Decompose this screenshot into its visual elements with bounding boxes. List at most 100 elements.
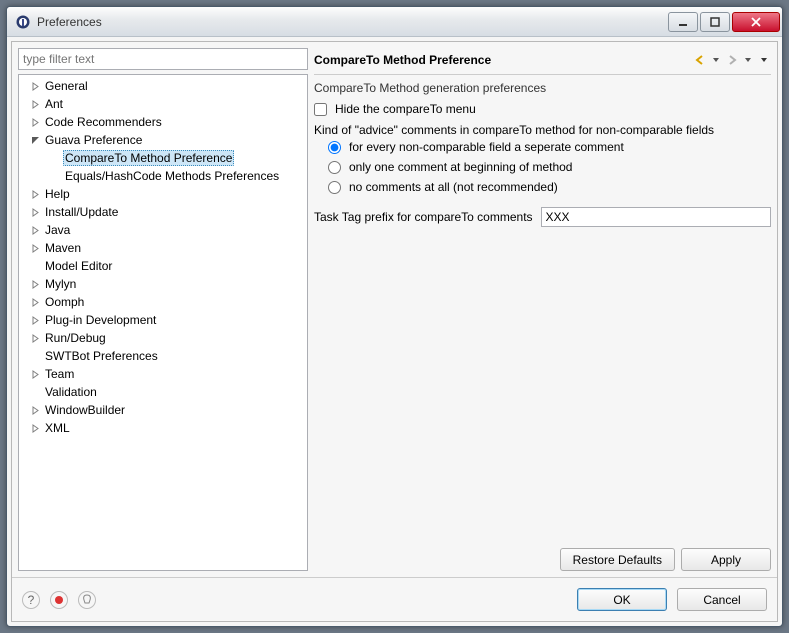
page-nav — [693, 53, 771, 67]
cancel-button[interactable]: Cancel — [677, 588, 767, 611]
tree-item[interactable]: Ant — [19, 95, 307, 113]
menu-dropdown-icon[interactable] — [757, 53, 771, 67]
tree-item-label: Model Editor — [43, 259, 114, 273]
record-icon[interactable] — [50, 591, 68, 609]
page-title: CompareTo Method Preference — [314, 53, 693, 67]
expand-icon[interactable] — [29, 314, 41, 326]
filter-input[interactable] — [18, 48, 308, 70]
lightbulb-icon[interactable] — [78, 591, 96, 609]
advice-radio-input[interactable] — [328, 161, 341, 174]
right-pane: CompareTo Method Preference CompareTo Me… — [314, 48, 771, 571]
expand-icon — [49, 152, 61, 164]
tree-item[interactable]: Code Recommenders — [19, 113, 307, 131]
tree-item[interactable]: WindowBuilder — [19, 401, 307, 419]
tree-item-label: Java — [43, 223, 72, 237]
app-icon — [15, 14, 31, 30]
ok-button[interactable]: OK — [577, 588, 667, 611]
expand-icon[interactable] — [29, 80, 41, 92]
advice-radio-label: only one comment at beginning of method — [349, 160, 572, 174]
advice-group-label: Kind of "advice" comments in compareTo m… — [314, 123, 771, 137]
tree-item[interactable]: Install/Update — [19, 203, 307, 221]
bottom-bar: ? OK Cancel — [12, 577, 777, 621]
task-tag-label: Task Tag prefix for compareTo comments — [314, 210, 533, 224]
hide-menu-checkbox-input[interactable] — [314, 103, 327, 116]
back-icon[interactable] — [693, 53, 707, 67]
tree-item[interactable]: Java — [19, 221, 307, 239]
advice-radio-label: no comments at all (not recommended) — [349, 180, 558, 194]
tree-item[interactable]: Guava Preference — [19, 131, 307, 149]
expand-icon — [49, 170, 61, 182]
tree-item-label: WindowBuilder — [43, 403, 127, 417]
advice-radio-option[interactable]: for every non-comparable field a seperat… — [328, 137, 771, 157]
tree-item[interactable]: CompareTo Method Preference — [19, 149, 307, 167]
tree-item[interactable]: Run/Debug — [19, 329, 307, 347]
minimize-button[interactable] — [668, 12, 698, 32]
help-icon[interactable]: ? — [22, 591, 40, 609]
tree-item[interactable]: Maven — [19, 239, 307, 257]
tree-item[interactable]: Equals/HashCode Methods Preferences — [19, 167, 307, 185]
tree-item[interactable]: Model Editor — [19, 257, 307, 275]
tree-item[interactable]: Plug-in Development — [19, 311, 307, 329]
tree-item[interactable]: SWTBot Preferences — [19, 347, 307, 365]
forward-dropdown-icon[interactable] — [741, 53, 755, 67]
forward-icon[interactable] — [725, 53, 739, 67]
left-pane: General Ant Code Recommenders Guava Prefere… — [18, 48, 308, 571]
hide-menu-checkbox[interactable]: Hide the compareTo menu — [314, 99, 771, 119]
advice-radio-option[interactable]: only one comment at beginning of method — [328, 157, 771, 177]
tree-item[interactable]: General — [19, 77, 307, 95]
divider — [314, 74, 771, 75]
tree-item-label: Validation — [43, 385, 99, 399]
expand-icon — [29, 386, 41, 398]
close-button[interactable] — [732, 12, 780, 32]
maximize-button[interactable] — [700, 12, 730, 32]
expand-icon[interactable] — [29, 296, 41, 308]
restore-defaults-button[interactable]: Restore Defaults — [560, 548, 675, 571]
tree-item-label: XML — [43, 421, 72, 435]
tree-item-label: General — [43, 79, 90, 93]
tree-item[interactable]: Team — [19, 365, 307, 383]
tree-item[interactable]: Mylyn — [19, 275, 307, 293]
tree-item-label: SWTBot Preferences — [43, 349, 160, 363]
tree-item-label: Guava Preference — [43, 133, 144, 147]
advice-radio-input[interactable] — [328, 141, 341, 154]
tree-item-label: Oomph — [43, 295, 86, 309]
expand-icon[interactable] — [29, 98, 41, 110]
advice-radio-label: for every non-comparable field a seperat… — [349, 140, 624, 154]
expand-icon[interactable] — [29, 278, 41, 290]
tree-item[interactable]: XML — [19, 419, 307, 437]
expand-icon[interactable] — [29, 224, 41, 236]
tree-item-label: Team — [43, 367, 76, 381]
task-tag-input[interactable] — [541, 207, 771, 227]
tree-item-label: Equals/HashCode Methods Preferences — [63, 169, 281, 183]
tree-item-label: Install/Update — [43, 205, 120, 219]
tree-item-label: Run/Debug — [43, 331, 108, 345]
tree-item-label: Mylyn — [43, 277, 78, 291]
expand-icon[interactable] — [29, 368, 41, 380]
titlebar[interactable]: Preferences — [7, 7, 782, 37]
tree-item[interactable]: Validation — [19, 383, 307, 401]
expand-icon[interactable] — [29, 422, 41, 434]
tree-item[interactable]: Help — [19, 185, 307, 203]
tree-item[interactable]: Oomph — [19, 293, 307, 311]
expand-icon[interactable] — [29, 242, 41, 254]
client-area: General Ant Code Recommenders Guava Prefere… — [11, 41, 778, 622]
advice-radio-input[interactable] — [328, 181, 341, 194]
expand-icon[interactable] — [29, 116, 41, 128]
hide-menu-label: Hide the compareTo menu — [335, 102, 476, 116]
expand-icon[interactable] — [29, 404, 41, 416]
window-title: Preferences — [37, 15, 666, 29]
advice-radio-option[interactable]: no comments at all (not recommended) — [328, 177, 771, 197]
tree-item-label: Plug-in Development — [43, 313, 158, 327]
apply-button[interactable]: Apply — [681, 548, 771, 571]
expand-icon[interactable] — [29, 188, 41, 200]
tree-item-label: Ant — [43, 97, 65, 111]
expand-icon[interactable] — [29, 332, 41, 344]
preference-tree[interactable]: General Ant Code Recommenders Guava Prefere… — [18, 74, 308, 571]
expand-icon — [29, 260, 41, 272]
back-dropdown-icon[interactable] — [709, 53, 723, 67]
preferences-window: Preferences GeneralAntCode RecommendersG… — [6, 6, 783, 627]
expand-icon — [29, 350, 41, 362]
expand-icon[interactable] — [29, 206, 41, 218]
collapse-icon[interactable] — [29, 134, 41, 146]
page-description: CompareTo Method generation preferences — [314, 81, 771, 95]
